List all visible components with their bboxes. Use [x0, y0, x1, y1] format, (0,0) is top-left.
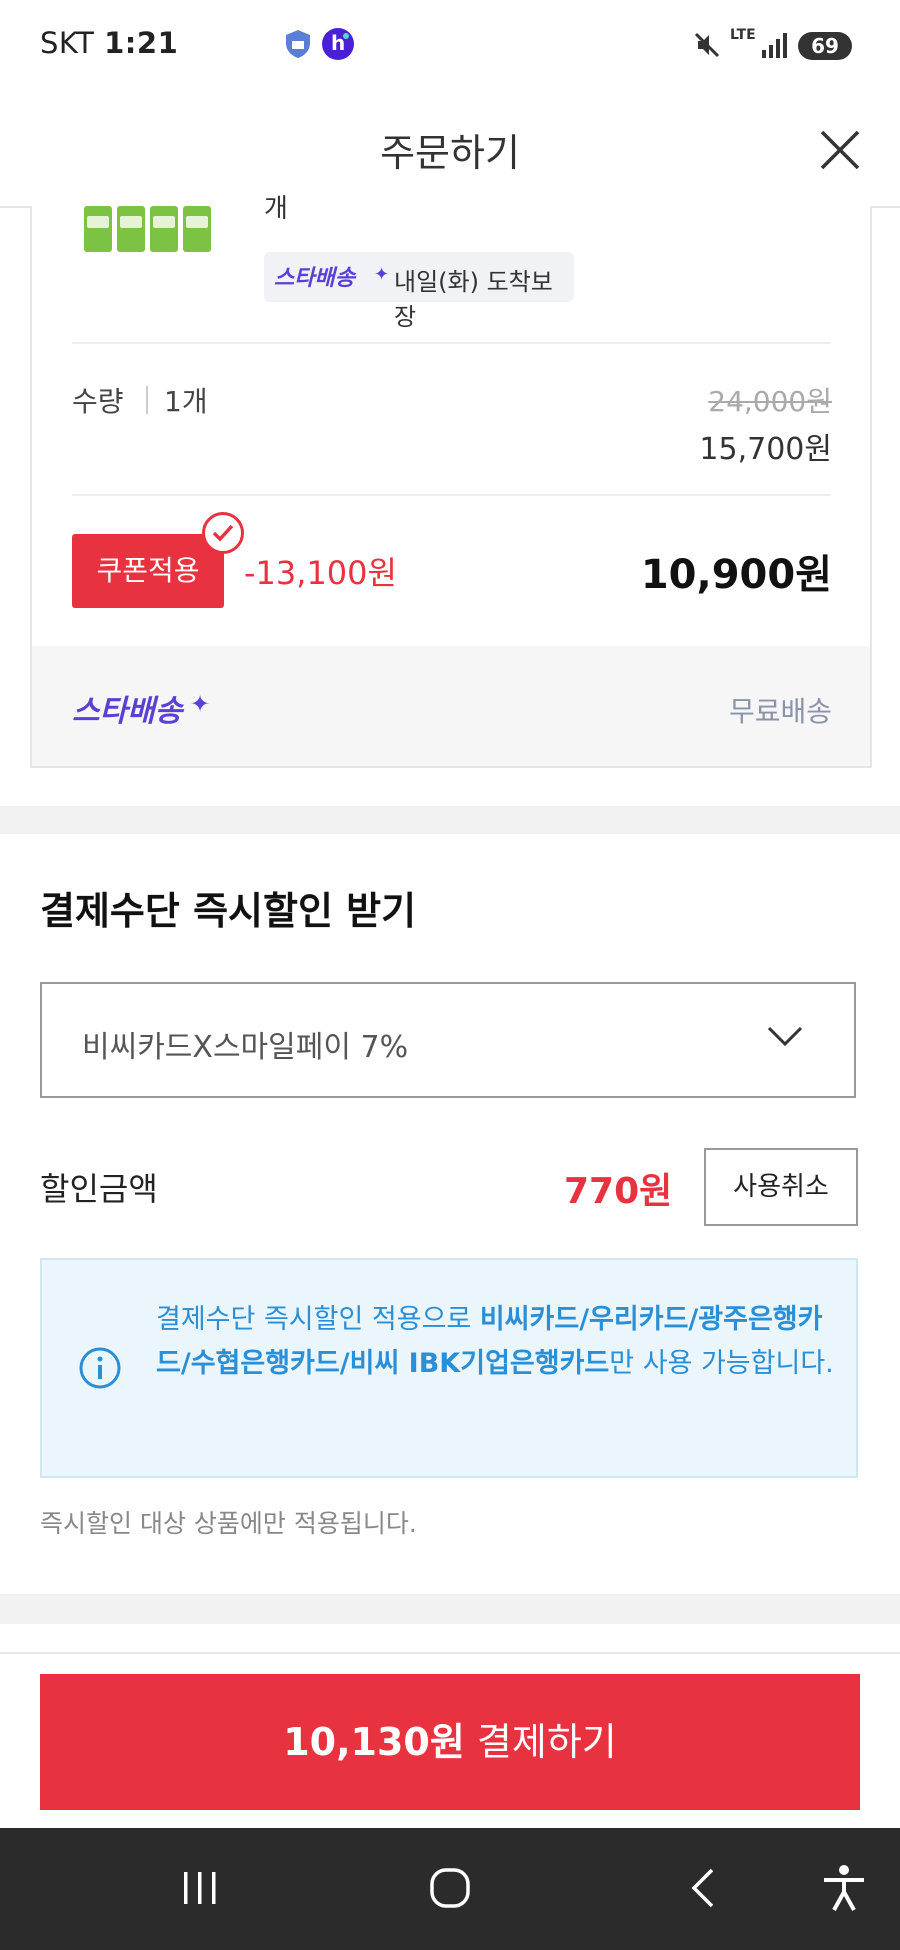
- pay-amount: 10,130원: [283, 1720, 465, 1764]
- info-prefix: 결제수단 즉시할인 적용으로: [156, 1304, 480, 1335]
- system-nav-bar: [0, 1828, 900, 1950]
- quantity-label: 수량: [72, 385, 124, 418]
- coupon-apply-button[interactable]: 쿠폰적용: [72, 534, 224, 608]
- info-text: 결제수단 즉시할인 적용으로 비씨카드/우리카드/광주은행카드/수협은행카드/비…: [156, 1298, 836, 1386]
- battery-indicator: 69: [798, 32, 852, 60]
- info-notice: 결제수단 즉시할인 적용으로 비씨카드/우리카드/광주은행카드/수협은행카드/비…: [40, 1258, 858, 1478]
- recent-apps-icon[interactable]: [170, 1858, 230, 1918]
- divider: [0, 1652, 900, 1654]
- chevron-down-icon: [767, 1026, 803, 1047]
- back-icon[interactable]: [674, 1858, 734, 1918]
- close-icon[interactable]: [810, 120, 870, 180]
- info-suffix: 만 사용 가능합니다.: [609, 1348, 834, 1379]
- section-divider: [0, 1594, 900, 1624]
- carrier: SKT: [40, 26, 95, 60]
- quantity-value: 1개: [164, 385, 208, 418]
- clock: 1:21: [104, 26, 179, 60]
- section-divider: [0, 806, 900, 834]
- status-time: SKT 1:21: [40, 26, 178, 60]
- cancel-discount-button[interactable]: 사용취소: [704, 1148, 858, 1226]
- order-item-card: 개 스타배송 ✦ 내일(화) 도착보장 수량 1개 24,000원 15,700…: [30, 194, 872, 768]
- pay-label: 결제하기: [464, 1720, 617, 1764]
- product-image[interactable]: [84, 206, 214, 258]
- section-title: 결제수단 즉시할인 받기: [40, 889, 417, 933]
- divider: [72, 342, 830, 344]
- star-icon: ✦: [374, 264, 390, 285]
- product-name: 개: [264, 194, 288, 224]
- pay-button[interactable]: 10,130원 결제하기: [40, 1674, 860, 1810]
- info-icon: [79, 1347, 121, 1389]
- original-price: 24,000원: [708, 385, 832, 418]
- delivery-guarantee-chip: 스타배송 ✦ 내일(화) 도착보장: [264, 252, 574, 331]
- shipping-fee: 무료배송: [728, 695, 832, 728]
- checkmark-icon: [202, 512, 244, 554]
- page-title: 주문하기: [380, 131, 520, 175]
- delivery-promise: 내일(화) 도착보장: [394, 268, 553, 331]
- shield-app-icon: [286, 30, 310, 58]
- page-header: 주문하기: [0, 92, 900, 208]
- payment-discount-select[interactable]: 비씨카드X스마일페이 7%: [40, 982, 856, 1098]
- final-price: 10,900원: [640, 552, 832, 598]
- sale-price: 15,700원: [699, 432, 832, 467]
- star-icon: ✦: [190, 690, 211, 718]
- signal-icon: [762, 33, 787, 58]
- mute-icon: [694, 32, 720, 58]
- star-delivery-logo: 스타배송: [274, 266, 355, 291]
- home-icon[interactable]: [420, 1858, 480, 1918]
- selected-option: 비씨카드X스마일페이 7%: [82, 1030, 409, 1065]
- accessibility-icon[interactable]: [814, 1858, 874, 1918]
- status-bar: SKT 1:21 h LTE 69: [0, 0, 900, 92]
- shipping-bar: 스타배송 ✦ 무료배송: [32, 646, 870, 766]
- quantity-separator: [146, 386, 148, 414]
- divider: [72, 494, 830, 496]
- discount-note: 즉시할인 대상 상품에만 적용됩니다.: [40, 1509, 417, 1538]
- coupon-discount: -13,100원: [244, 554, 397, 592]
- discount-value: 770원: [564, 1171, 673, 1212]
- hyper-app-icon: h: [322, 28, 354, 60]
- star-delivery-logo: 스타배송: [72, 694, 183, 729]
- discount-label: 할인금액: [40, 1170, 158, 1208]
- network-type: LTE: [730, 27, 756, 43]
